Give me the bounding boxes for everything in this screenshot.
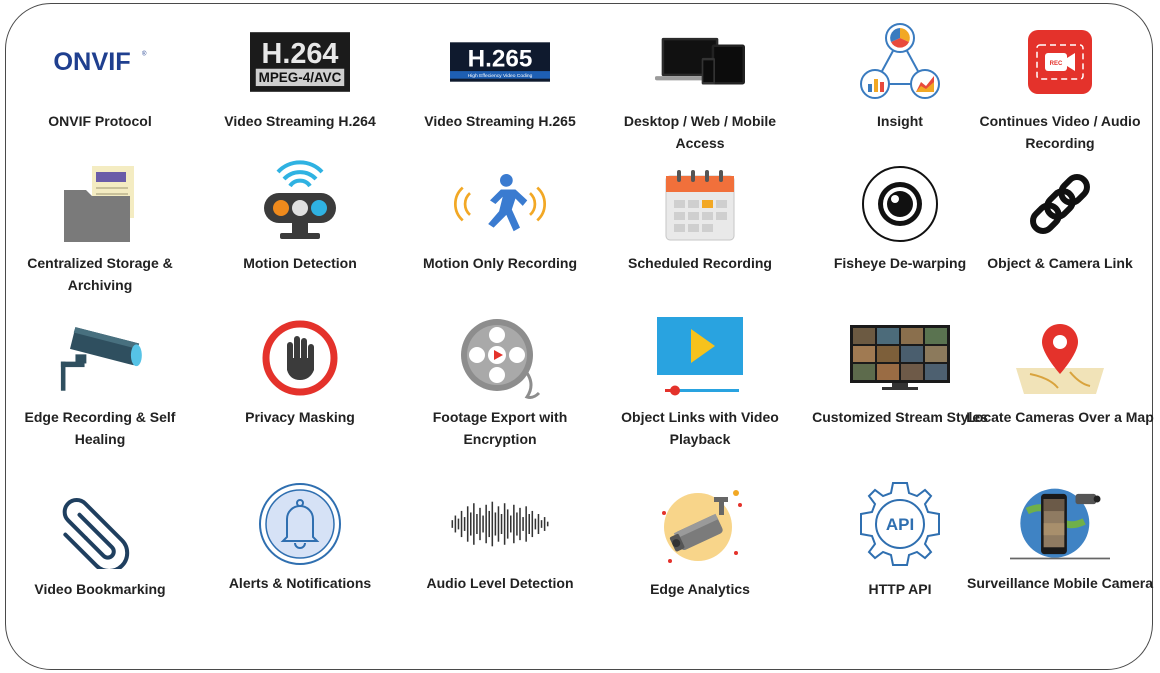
h264-badge-icon: H.264 MPEG-4/AVC [250, 22, 350, 102]
feature-privacy: Privacy Masking [205, 318, 395, 428]
feature-motion-detection: Motion Detection [205, 160, 395, 274]
feature-label: Motion Only Recording [423, 255, 577, 271]
feature-label: Scheduled Recording [628, 255, 772, 271]
feature-label: Audio Level Detection [426, 575, 574, 591]
feature-mobile-camera: Surveillance Mobile Camera [965, 484, 1155, 594]
feature-rec: REC Continues Video / Audio Recording [965, 22, 1155, 154]
svg-text:MPEG-4/AVC: MPEG-4/AVC [259, 70, 342, 85]
folder-archive-icon [50, 164, 150, 244]
svg-text:H.265: H.265 [468, 46, 533, 73]
bell-icon [250, 483, 350, 565]
feature-label: Video Streaming H.264 [224, 113, 376, 129]
feature-storage: Centralized Storage & Archiving [5, 164, 195, 296]
feature-object-playback: Object Links with Video Playback [605, 317, 795, 450]
feature-motion-only: Motion Only Recording [405, 164, 595, 274]
motion-sensor-icon [250, 160, 350, 244]
h265-badge-icon: H.265 High Effeciency Video Coding [450, 22, 550, 102]
stop-hand-icon [250, 318, 350, 398]
chain-link-icon [1010, 164, 1110, 244]
calendar-icon [650, 164, 750, 244]
video-wall-tv-icon [850, 318, 950, 398]
map-pin-icon [1010, 318, 1110, 398]
feature-label: ONVIF Protocol [48, 113, 152, 129]
feature-label: Edge Analytics [650, 581, 750, 597]
svg-text:®: ® [142, 50, 147, 57]
svg-text:High Effeciency Video Coding: High Effeciency Video Coding [468, 73, 533, 79]
film-reel-icon [450, 318, 550, 399]
feature-object-link: Object & Camera Link [965, 164, 1155, 274]
feature-devices: Desktop / Web / Mobile Access [605, 22, 795, 154]
devices-icon [650, 22, 750, 102]
feature-h264: H.264 MPEG-4/AVC Video Streaming H.264 [205, 22, 395, 132]
waveform-icon [450, 484, 550, 564]
feature-bookmarking: Video Bookmarking [5, 484, 195, 600]
feature-label: Centralized Storage & Archiving [27, 255, 173, 293]
feature-onvif: ONVIF ® ONVIF Protocol [5, 22, 195, 132]
feature-label: Alerts & Notifications [228, 575, 372, 591]
feature-alerts: Alerts & Notifications [205, 483, 395, 594]
api-gear-icon: API [850, 482, 950, 566]
feature-label: Motion Detection [243, 255, 357, 271]
feature-edge-recording: Edge Recording & Self Healing [5, 318, 195, 450]
feature-label: Object & Camera Link [987, 255, 1133, 271]
feature-h265: H.265 High Effeciency Video Coding Video… [405, 22, 595, 132]
analytics-camera-icon [650, 484, 750, 564]
feature-label: Surveillance Mobile Camera [967, 575, 1153, 591]
feature-scheduled: Scheduled Recording [605, 164, 795, 274]
feature-label: Video Bookmarking [34, 581, 166, 597]
svg-text:ONVIF: ONVIF [53, 48, 130, 76]
svg-text:REC: REC [1050, 61, 1063, 67]
security-camera-icon [50, 318, 150, 398]
feature-label: Locate Cameras Over a Map [966, 409, 1154, 425]
feature-label: Privacy Masking [245, 409, 355, 425]
feature-map: Locate Cameras Over a Map [965, 318, 1155, 428]
feature-label: Continues Video / Audio Recording [979, 113, 1141, 151]
mobile-camera-icon [1010, 484, 1110, 564]
svg-text:H.264: H.264 [262, 38, 339, 70]
insight-charts-icon [850, 22, 950, 102]
rec-camera-icon: REC [1010, 22, 1110, 102]
feature-label: Video Streaming H.265 [424, 113, 576, 129]
feature-label: Edge Recording & Self Healing [24, 409, 176, 447]
feature-label: Footage Export with Encryption [432, 409, 568, 447]
fisheye-lens-icon [850, 164, 950, 244]
feature-footage-export: Footage Export with Encryption [405, 318, 595, 450]
feature-label: Object Links with Video Playback [621, 409, 779, 447]
feature-edge-analytics: Edge Analytics [605, 484, 795, 600]
video-player-icon [650, 317, 750, 398]
running-person-icon [450, 164, 550, 244]
feature-audio-level: Audio Level Detection [405, 484, 595, 594]
onvif-logo-icon: ONVIF ® [50, 22, 150, 102]
paperclip-icon [50, 484, 150, 569]
feature-label: Desktop / Web / Mobile Access [623, 113, 777, 151]
svg-text:API: API [886, 515, 914, 534]
